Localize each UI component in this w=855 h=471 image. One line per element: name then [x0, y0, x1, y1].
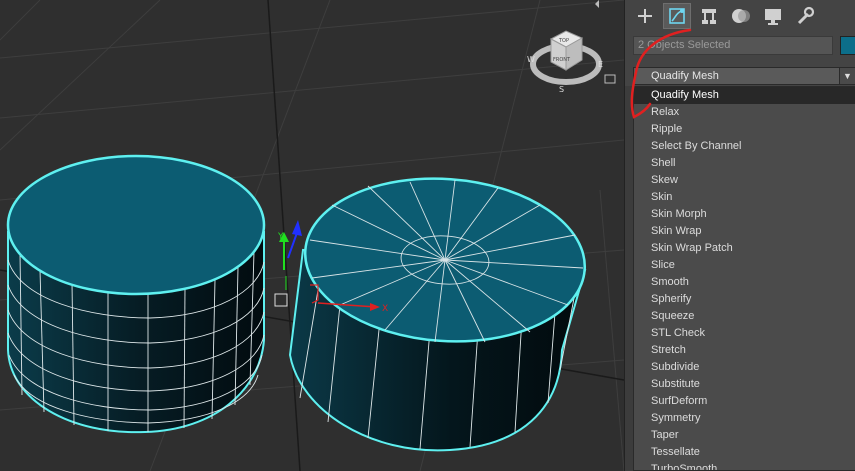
display-icon	[765, 9, 781, 25]
modifier-list-item[interactable]: Skin Wrap	[634, 223, 855, 240]
modifier-list-item[interactable]: TurboSmooth	[634, 461, 855, 470]
modify-icon	[669, 8, 685, 24]
modifier-list-item[interactable]: Slice	[634, 257, 855, 274]
modifier-list-item[interactable]: SurfDeform	[634, 393, 855, 410]
command-panel-tabs	[625, 0, 855, 32]
modifier-dropdown-list[interactable]: Quadify Mesh Relax Ripple Select By Channel…	[633, 86, 855, 471]
left-cylinder-mesh[interactable]	[6, 154, 266, 434]
hierarchy-tab[interactable]	[695, 3, 723, 29]
panel-stripe	[625, 86, 633, 471]
modifier-list-item[interactable]: Relax	[634, 104, 855, 121]
modifier-list-item[interactable]: Substitute	[634, 376, 855, 393]
modifier-list-item[interactable]: Subdivide	[634, 359, 855, 376]
object-color-swatch[interactable]	[840, 36, 855, 55]
z-axis-arrow	[292, 220, 302, 236]
x-axis-label: X	[382, 304, 388, 314]
modifier-list-item[interactable]: Skin Wrap Patch	[634, 240, 855, 257]
viewcube[interactable]: TOP FRONT W E S	[527, 0, 616, 94]
display-tab[interactable]	[759, 3, 787, 29]
command-panel: 2 Objects Selected Quadify Mesh ▼ Quadif…	[624, 0, 855, 471]
viewcube-top-label: TOP	[558, 38, 569, 44]
modifier-list-item[interactable]: Symmetry	[634, 410, 855, 427]
home-icon	[604, 74, 616, 84]
compass-west: W	[527, 55, 535, 64]
viewcube-menu-icon	[595, 0, 599, 8]
compass-south: S	[559, 85, 564, 94]
viewcube-front-label: FRONT	[553, 57, 571, 63]
modifier-list-value: Quadify Mesh	[651, 70, 719, 82]
modifier-list-item[interactable]: Skin	[634, 189, 855, 206]
plus-icon	[638, 9, 652, 23]
create-tab[interactable]	[631, 3, 659, 29]
modifier-list-item[interactable]: Shell	[634, 155, 855, 172]
modifier-list-item[interactable]: Spherify	[634, 291, 855, 308]
motion-tab[interactable]	[727, 3, 755, 29]
modifier-list-item[interactable]: Skew	[634, 172, 855, 189]
modifier-list-dropdown[interactable]: Quadify Mesh ▼	[633, 67, 855, 85]
perspective-viewport[interactable]: Y X TOP FRONT W E S	[0, 0, 624, 471]
modifier-list-item[interactable]: Smooth	[634, 274, 855, 291]
modifier-list-item[interactable]: Stretch	[634, 342, 855, 359]
modifier-list-item[interactable]: Ripple	[634, 121, 855, 138]
utilities-tab[interactable]	[791, 3, 819, 29]
modify-tab[interactable]	[663, 3, 691, 29]
pivot-square	[274, 293, 288, 307]
right-cylinder-mesh[interactable]	[288, 169, 590, 452]
modifier-list-item[interactable]: Quadify Mesh	[634, 87, 855, 104]
wrench-icon	[797, 6, 815, 25]
selection-name-field[interactable]: 2 Objects Selected	[633, 36, 833, 55]
modifier-list-item[interactable]: Taper	[634, 427, 855, 444]
modifier-list-item[interactable]: Skin Morph	[634, 206, 855, 223]
viewport-canvas[interactable]: Y X TOP FRONT W E S	[0, 0, 624, 471]
motion-icon	[732, 9, 750, 23]
modifier-list-item[interactable]: Select By Channel	[634, 138, 855, 155]
chevron-down-icon[interactable]: ▼	[839, 68, 855, 84]
modifier-list-item[interactable]: STL Check	[634, 325, 855, 342]
hierarchy-icon	[702, 9, 716, 24]
modifier-list-item[interactable]: Tessellate	[634, 444, 855, 461]
y-axis-label: Y	[277, 232, 284, 242]
compass-east: E	[598, 60, 603, 69]
modifier-list-item[interactable]: Squeeze	[634, 308, 855, 325]
